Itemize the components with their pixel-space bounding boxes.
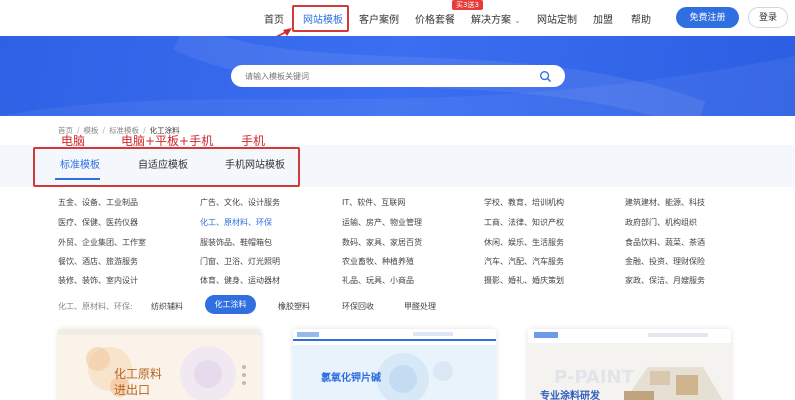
nav-solutions-label: 解决方案 <box>471 15 511 26</box>
search-input[interactable] <box>245 65 535 87</box>
category-link[interactable]: 食品饮料、蔬菜、茶酒 <box>625 237 705 248</box>
nav-cases[interactable]: 客户案例 <box>359 11 399 26</box>
category-link[interactable]: 休闲、娱乐、生活服务 <box>484 237 564 248</box>
category-link[interactable]: 装修、装饰、室内设计 <box>58 275 138 286</box>
category-link[interactable]: 运输、房产、物业管理 <box>342 217 422 228</box>
template-card[interactable]: 氯氧化钾片碱 <box>293 329 496 400</box>
nav-solutions[interactable]: 解决方案 ⌄ <box>471 11 521 26</box>
login-button[interactable]: 登录 <box>748 7 788 28</box>
top-nav: 首页 网站模板 客户案例 价格套餐 解决方案 ⌄ 网站定制 加盟 帮助 买3送3 … <box>0 0 795 36</box>
register-button[interactable]: 免费注册 <box>676 7 739 28</box>
card-bg-text: P-PAINT <box>554 367 634 388</box>
category-link[interactable]: IT、软件、互联网 <box>342 197 405 208</box>
category-link[interactable]: 医疗、保健、医药仪器 <box>58 217 138 228</box>
category-link[interactable]: 学校、教育、培训机构 <box>484 197 564 208</box>
nav-custom[interactable]: 网站定制 <box>537 11 577 26</box>
nav-pricing[interactable]: 价格套餐 <box>415 11 455 26</box>
category-link[interactable]: 外贸、企业集团、工作室 <box>58 237 146 248</box>
hot-badge: 买3送3 <box>452 0 483 10</box>
breadcrumb-templates[interactable]: 模板 <box>84 126 99 135</box>
category-link[interactable]: 餐饮、酒店、旅游服务 <box>58 256 138 267</box>
category-link[interactable]: 门窗、卫浴、灯光照明 <box>200 256 280 267</box>
category-link[interactable]: 体育、健身、运动器材 <box>200 275 280 286</box>
category-link[interactable]: 礼品、玩具、小商品 <box>342 275 414 286</box>
category-link[interactable]: 建筑建材、能源、科技 <box>625 197 705 208</box>
category-link[interactable]: 五金、设备、工业制品 <box>58 197 138 208</box>
category-link[interactable]: 家政、保洁、月嫂服务 <box>625 275 705 286</box>
category-link[interactable]: 农业畜牧、种植养殖 <box>342 256 414 267</box>
search-box <box>231 65 565 87</box>
template-card[interactable]: 化工原料 进出口 <box>58 329 261 400</box>
template-card[interactable]: P-PAINT 专业涂料研发 <box>528 329 731 400</box>
card-slogan: 专业涂料研发 <box>540 391 600 400</box>
category-link[interactable]: 金融、投资、理财保险 <box>625 256 705 267</box>
template-thumbnail <box>293 329 496 400</box>
category-link[interactable]: 广告、文化、设计服务 <box>200 197 280 208</box>
nav-help[interactable]: 帮助 <box>631 11 651 26</box>
tabs-highlight-box <box>33 147 300 187</box>
annotation-mobile: 手机 <box>241 134 266 148</box>
filter-option[interactable]: 环保回收 <box>342 301 374 312</box>
card-title-line1: 化工原料 <box>114 367 163 381</box>
filter-option[interactable]: 橡胶塑料 <box>278 301 310 312</box>
nav-franchise[interactable]: 加盟 <box>593 11 613 26</box>
nav-home[interactable]: 首页 <box>264 11 284 26</box>
category-link[interactable]: 数码、家具、家居百货 <box>342 237 422 248</box>
annotation-pc: 电脑 <box>61 134 86 148</box>
category-link[interactable]: 汽车、汽配、汽车服务 <box>484 256 564 267</box>
annotation-pc-tablet-mobile: 电脑+平板+手机 <box>121 134 214 148</box>
category-link[interactable]: 政府部门、机构组织 <box>625 217 697 228</box>
filter-option[interactable]: 甲醛处理 <box>404 301 436 312</box>
filter-option-active[interactable]: 化工涂料 <box>205 295 256 314</box>
card-title: 氯氧化钾片碱 <box>321 373 381 384</box>
nav-highlight-box <box>292 5 349 32</box>
category-link[interactable]: 工商、法律、知识产权 <box>484 217 564 228</box>
card-title-line2: 进出口 <box>114 383 151 397</box>
category-link[interactable]: 摄影、婚礼、婚庆策划 <box>484 275 564 286</box>
category-link-active[interactable]: 化工、原材料、环保 <box>200 217 272 228</box>
hero-banner <box>0 36 795 116</box>
filter-label: 化工、原材料、环保: <box>58 302 133 311</box>
search-icon[interactable] <box>539 70 552 83</box>
category-link[interactable]: 服装饰品、鞋帽箱包 <box>200 237 272 248</box>
filter-option[interactable]: 纺织辅料 <box>151 301 183 312</box>
chevron-down-icon: ⌄ <box>514 16 521 25</box>
